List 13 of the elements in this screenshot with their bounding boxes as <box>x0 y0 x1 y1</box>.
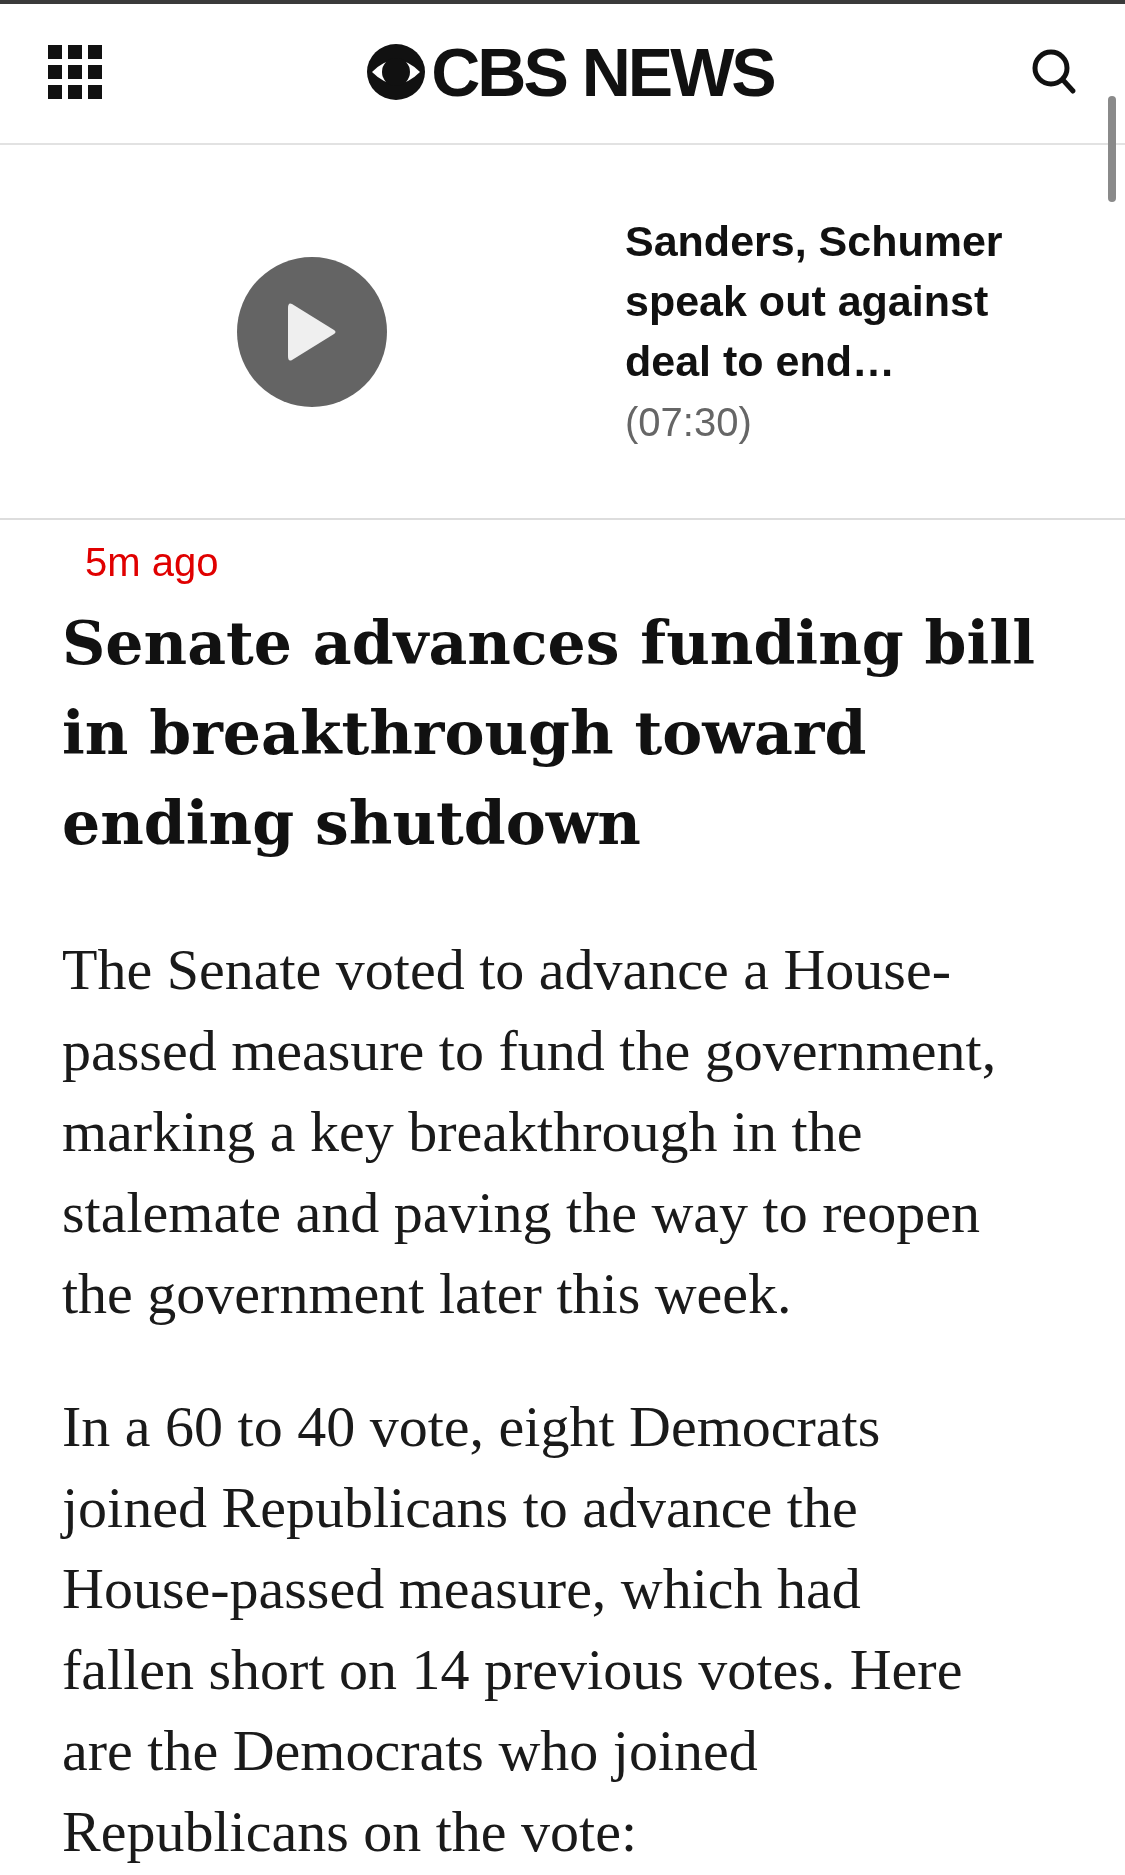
video-title[interactable]: Sanders, Schumer speak out against deal to end… <box>625 210 1065 391</box>
search-button[interactable] <box>1031 47 1077 96</box>
headline: Senate advances funding bill in breakthrough toward ending shutdown <box>62 607 1036 860</box>
search-icon <box>1031 47 1077 96</box>
menu-icon <box>48 44 102 99</box>
scrollbar-thumb[interactable] <box>1108 96 1116 202</box>
eye-logo-icon <box>367 43 426 100</box>
menu-button[interactable] <box>48 44 102 99</box>
body-paragraph: The Senate voted to advance a House-passed measure to fund the government, marking a key breakthrough in the stalemate and paving the way to reopen the government later this week. <box>61 936 998 1328</box>
video-duration: (07:30) <box>625 398 752 446</box>
timestamp: 5m ago <box>85 539 219 586</box>
logo-text: CBS NEWS <box>431 37 774 106</box>
body-paragraph: In a 60 to 40 vote, eight Democrats joined Republicans to advance the House-passed measure, which had fallen short on 14 previous votes. Here are the Democrats who joined Republicans on the vote: <box>59 1393 964 1866</box>
